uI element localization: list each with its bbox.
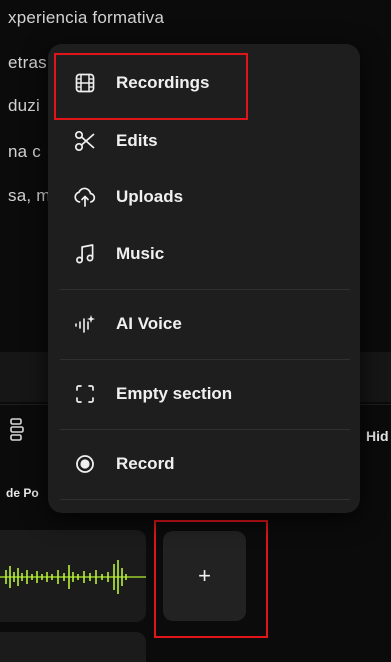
script-line: xperiencia formativa bbox=[8, 8, 165, 27]
menu-item-record[interactable]: Record bbox=[48, 442, 360, 486]
track-label: Hid bbox=[366, 428, 389, 444]
menu-divider bbox=[60, 499, 350, 500]
menu-item-music[interactable]: Music bbox=[48, 232, 360, 276]
waveform-icon bbox=[0, 560, 146, 594]
script-line: duzi bbox=[8, 96, 40, 115]
script-line: na c bbox=[8, 142, 41, 161]
menu-divider bbox=[60, 359, 350, 360]
menu-item-edits[interactable]: Edits bbox=[48, 119, 360, 163]
menu-item-ai-voice[interactable]: AI Voice bbox=[48, 302, 360, 346]
script-line: etras bbox=[8, 53, 47, 72]
menu-item-label: Record bbox=[116, 454, 175, 473]
music-note-icon bbox=[74, 243, 96, 265]
menu-item-empty-section[interactable]: Empty section bbox=[48, 372, 360, 416]
highlight-box bbox=[54, 53, 248, 120]
menu-item-label: AI Voice bbox=[116, 314, 182, 333]
cloud-upload-icon bbox=[74, 186, 96, 208]
menu-item-label: Edits bbox=[116, 131, 158, 150]
menu-item-label: Uploads bbox=[116, 187, 184, 206]
clip-title: de Po bbox=[6, 486, 39, 500]
audio-clip[interactable] bbox=[0, 632, 146, 662]
dashed-frame-icon bbox=[74, 383, 96, 405]
script-line: sa, m bbox=[8, 186, 51, 205]
menu-divider bbox=[60, 429, 350, 430]
editor-canvas: xperiencia formativa etras duzi na c sa,… bbox=[0, 0, 391, 662]
menu-divider bbox=[60, 289, 350, 290]
scissors-icon bbox=[74, 130, 96, 152]
menu-item-uploads[interactable]: Uploads bbox=[48, 175, 360, 219]
record-dot-icon bbox=[74, 453, 96, 475]
audio-clip[interactable] bbox=[0, 530, 146, 622]
menu-item-label: Music bbox=[116, 244, 165, 263]
highlight-box bbox=[154, 520, 268, 638]
track-layers-icon[interactable] bbox=[8, 418, 26, 444]
menu-item-label: Empty section bbox=[116, 384, 233, 403]
ai-voice-icon bbox=[74, 313, 96, 335]
